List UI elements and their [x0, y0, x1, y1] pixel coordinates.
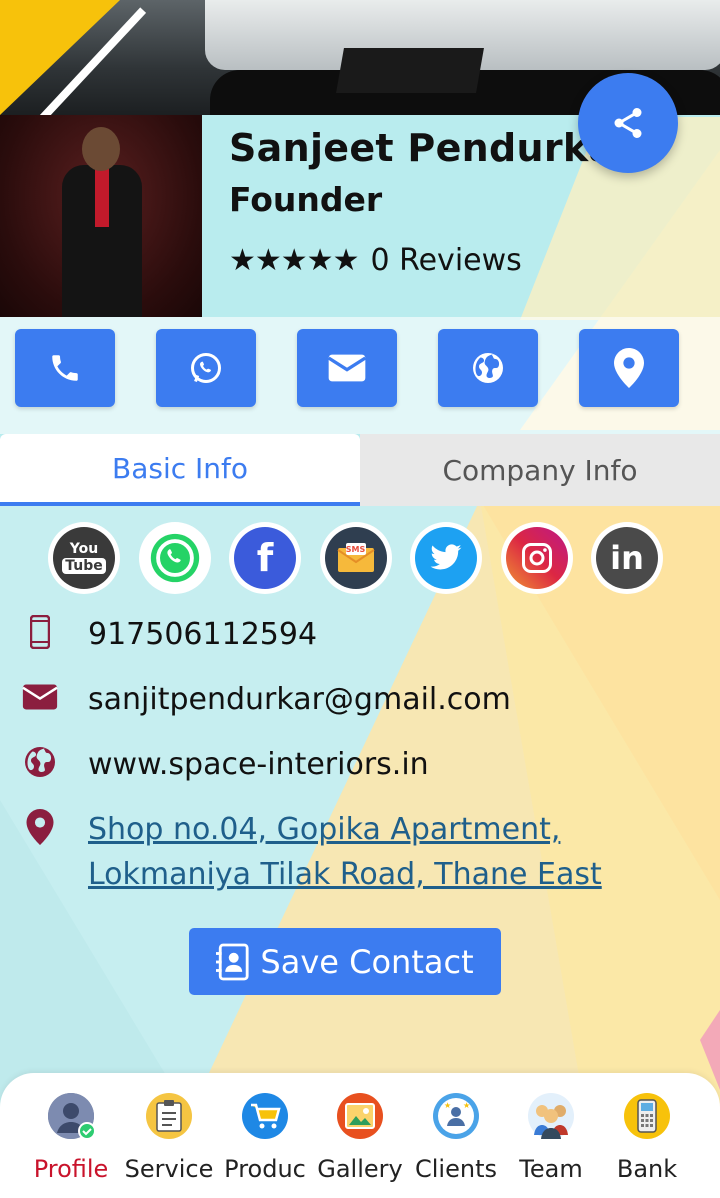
gallery-icon — [337, 1093, 383, 1139]
website-button[interactable] — [438, 329, 538, 407]
svg-text:★: ★ — [444, 1101, 451, 1110]
profile-photo — [0, 115, 202, 317]
whatsapp-button[interactable] — [156, 329, 256, 407]
youtube-label-bottom: Tube — [62, 558, 106, 574]
address-line-1: Shop no.04, Gopika Apartment, — [88, 812, 561, 847]
youtube-label-top: You — [69, 541, 99, 557]
tab-basic-info[interactable]: Basic Info — [0, 434, 360, 506]
phone-row[interactable]: 917506112594 — [20, 612, 317, 657]
youtube-link[interactable]: You Tube — [48, 522, 120, 594]
bottom-navigation: Profile Service Produc Gallery ★ ★ Client… — [0, 1073, 720, 1198]
save-contact-label: Save Contact — [260, 942, 474, 981]
sms-icon: SMS — [324, 527, 387, 589]
email-address: sanjitpendurkar@gmail.com — [88, 682, 511, 717]
nav-team-label: Team — [519, 1155, 583, 1183]
website-url: www.space-interiors.in — [88, 747, 429, 782]
twitter-link[interactable] — [410, 522, 482, 594]
nav-gallery-label: Gallery — [317, 1155, 403, 1183]
envelope-icon — [327, 354, 367, 382]
star-rating: ★★★★★ — [229, 243, 359, 278]
whatsapp-social-icon — [143, 527, 206, 589]
service-icon — [146, 1093, 192, 1139]
nav-profile[interactable]: Profile — [23, 1073, 119, 1198]
address-row[interactable]: Shop no.04, Gopika Apartment, Lokmaniya … — [20, 807, 678, 897]
globe-icon — [473, 353, 503, 383]
info-tabs: Basic Info Company Info — [0, 434, 720, 506]
instagram-link[interactable] — [500, 522, 573, 594]
facebook-icon: f — [234, 527, 296, 589]
clients-icon: ★ ★ — [433, 1093, 479, 1139]
address-line-2: Lokmaniya Tilak Road, Thane East — [88, 857, 602, 892]
linkedin-link[interactable]: in — [591, 522, 663, 594]
email-button[interactable] — [297, 329, 397, 407]
tab-company-info[interactable]: Company Info — [360, 434, 720, 506]
share-button[interactable] — [578, 73, 678, 173]
cart-icon — [242, 1093, 288, 1139]
youtube-icon: You Tube — [53, 527, 115, 589]
bank-icon — [624, 1093, 670, 1139]
email-row[interactable]: sanjitpendurkar@gmail.com — [20, 677, 511, 722]
nav-clients-label: Clients — [415, 1155, 497, 1183]
team-icon — [528, 1093, 574, 1139]
save-contact-button[interactable]: Save Contact — [189, 928, 501, 995]
social-links: You Tube f SMS in — [48, 522, 663, 594]
sms-link[interactable]: SMS — [319, 522, 392, 594]
reviews-count[interactable]: 0 Reviews — [370, 243, 521, 278]
instagram-icon — [505, 527, 568, 589]
profile-name: Sanjeet Pendurkar — [229, 126, 634, 170]
nav-team[interactable]: Team — [503, 1073, 599, 1198]
globe-info-icon — [20, 742, 60, 782]
address-link[interactable]: Shop no.04, Gopika Apartment, Lokmaniya … — [88, 807, 678, 897]
nav-service[interactable]: Service — [121, 1073, 217, 1198]
nav-gallery[interactable]: Gallery — [312, 1073, 408, 1198]
location-button[interactable] — [579, 329, 679, 407]
nav-profile-label: Profile — [33, 1155, 109, 1183]
profile-title: Founder — [229, 180, 383, 219]
envelope-info-icon — [20, 677, 60, 717]
linkedin-icon: in — [596, 527, 658, 589]
sms-label: SMS — [345, 544, 366, 554]
nav-bank-label: Bank — [616, 1155, 678, 1183]
phone-icon — [52, 355, 78, 381]
nav-bank[interactable]: Bank — [599, 1073, 695, 1198]
facebook-link[interactable]: f — [229, 522, 301, 594]
twitter-icon — [415, 527, 477, 589]
rating: ★★★★★ 0 Reviews — [229, 243, 522, 278]
phone-number: 917506112594 — [88, 617, 318, 652]
banner-table — [336, 48, 484, 93]
mobile-phone-icon — [20, 612, 60, 652]
svg-text:★: ★ — [463, 1101, 470, 1110]
profile-icon — [48, 1093, 94, 1139]
nav-products[interactable]: Produc — [217, 1073, 313, 1198]
contact-card-icon — [216, 943, 249, 980]
whatsapp-link[interactable] — [138, 522, 211, 594]
nav-products-label: Produc — [224, 1155, 306, 1183]
map-pin-info-icon — [20, 807, 60, 847]
share-icon — [614, 108, 642, 138]
website-row[interactable]: www.space-interiors.in — [20, 742, 429, 787]
nav-clients[interactable]: ★ ★ Clients — [408, 1073, 504, 1198]
whatsapp-icon — [191, 353, 221, 383]
map-pin-icon — [614, 348, 644, 388]
call-button[interactable] — [15, 329, 115, 407]
nav-service-label: Service — [124, 1155, 214, 1183]
